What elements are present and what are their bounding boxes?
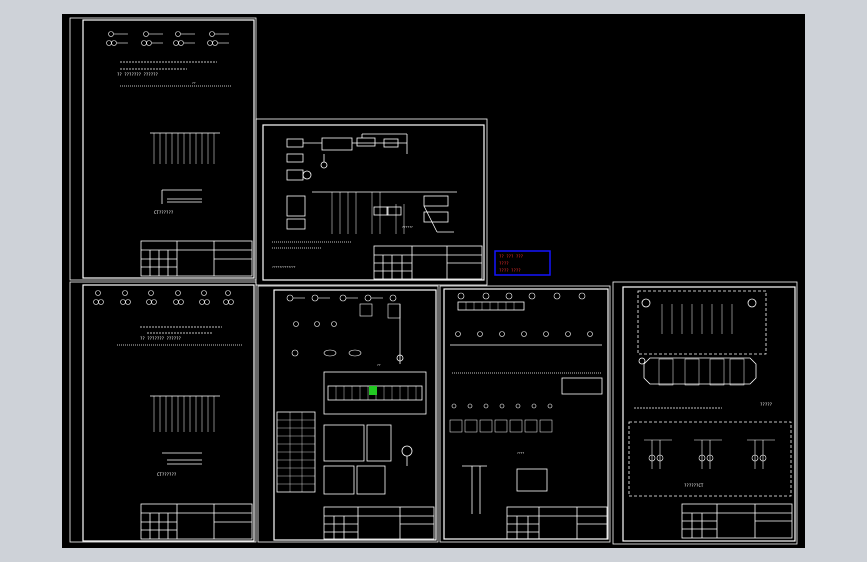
stamp-line-2: ???? — [499, 261, 509, 266]
drawing-sheets: ?? ??????? ?????? ?? CT?????? ?????? ???… — [69, 17, 798, 545]
sheet-5-caption: ???? — [517, 451, 524, 455]
sheet-6-note: ????? — [760, 402, 773, 407]
sheet-1[interactable] — [69, 17, 257, 281]
cad-drawing-canvas[interactable]: ?? ??????? ?????? ?? CT?????? ?????? ???… — [62, 14, 805, 548]
sheet-2-caption: ?????? — [402, 225, 413, 229]
sheet-4-caption: ?? — [377, 363, 381, 367]
sheet-5[interactable] — [439, 285, 611, 543]
sheet-1-subtitle: ?? ??????? ?????? — [117, 72, 159, 77]
sheet-3[interactable] — [69, 281, 257, 543]
sheet-6-caption: ??????CT — [684, 483, 704, 488]
stamp-line-1: ?? ??? ??? — [499, 254, 524, 259]
sheet-3-subtitle: ?? ??????? ?????? — [140, 336, 182, 341]
sheet-2[interactable] — [255, 118, 488, 286]
highlight-marker — [369, 386, 377, 395]
stamp-line-3: ???? ???? — [499, 268, 521, 273]
sheet-1-caption: CT?????? — [154, 210, 174, 215]
approval-stamp[interactable]: ?? ??? ??? ???? ???? ???? — [494, 250, 551, 276]
sheet-1-dots: ?? — [192, 81, 196, 85]
sheet-2-note: ????????????? — [272, 265, 296, 269]
sheet-4[interactable] — [257, 285, 439, 543]
sheet-3-caption: CT?????? — [157, 472, 177, 477]
sheet-6[interactable] — [612, 281, 798, 545]
